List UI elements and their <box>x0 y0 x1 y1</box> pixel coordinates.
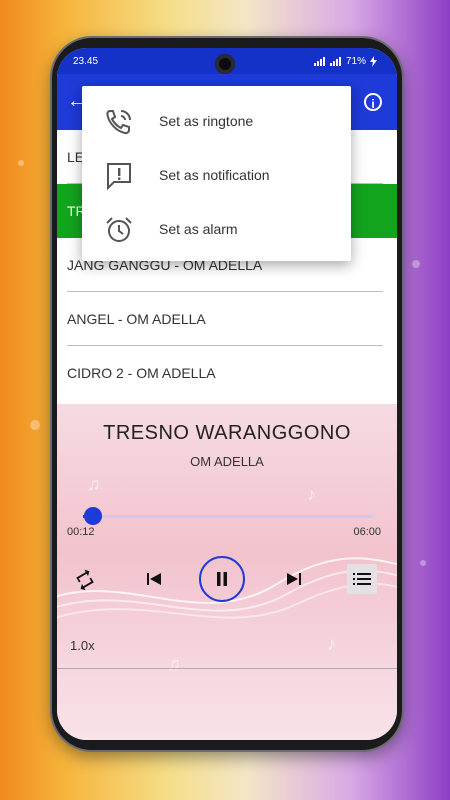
seek-bar-thumb[interactable] <box>83 507 102 525</box>
info-icon[interactable]: i <box>364 93 382 111</box>
battery-percent: 71% <box>345 56 366 67</box>
song-label: ANGEL - OM ADELLA <box>67 311 206 327</box>
list-item[interactable]: CIDRO 2 - OM ADELLA <box>57 346 397 400</box>
status-icons: 71% <box>313 56 377 67</box>
status-bar: 23.45 71% <box>57 48 397 74</box>
previous-icon[interactable] <box>143 571 165 593</box>
menu-item-set-alarm[interactable]: Set as alarm <box>82 202 351 256</box>
now-playing-artist: OM ADELLA <box>190 454 264 469</box>
seek-bar[interactable] <box>83 515 373 518</box>
signal-icon <box>329 57 341 66</box>
player-panel: ♫ ♪ ♫ ♪ TRESNO WARANGGONO OM ADELLA 00:1… <box>57 404 397 740</box>
pause-icon <box>217 572 227 586</box>
playback-speed[interactable]: 1.0x <box>70 638 95 653</box>
song-label: CIDRO 2 - OM ADELLA <box>67 365 216 381</box>
menu-item-set-ringtone[interactable]: Set as ringtone <box>82 94 351 148</box>
alarm-icon <box>106 217 132 242</box>
notification-icon <box>107 163 131 191</box>
sparkle <box>412 260 420 268</box>
music-note-decoration: ♫ <box>87 474 101 494</box>
music-note-decoration: ♫ <box>167 654 181 674</box>
sparkle <box>420 560 426 566</box>
menu-item-label: Set as ringtone <box>159 113 254 129</box>
music-note-decoration: ♪ <box>327 634 336 654</box>
sparkle <box>18 160 24 166</box>
status-time: 23.45 <box>73 56 99 67</box>
pause-button[interactable] <box>199 556 245 602</box>
list-icon <box>353 573 371 585</box>
battery-charging-icon <box>370 56 377 67</box>
list-item[interactable]: ANGEL - OM ADELLA <box>57 292 397 346</box>
menu-item-label: Set as alarm <box>159 221 238 237</box>
divider <box>57 668 397 669</box>
context-menu: Set as ringtone Set as notification Set … <box>82 86 351 261</box>
menu-item-label: Set as notification <box>159 167 270 183</box>
ringtone-icon <box>106 110 131 135</box>
now-playing-title: TRESNO WARANGGONO <box>103 422 351 444</box>
current-time: 00:12 <box>67 526 95 538</box>
signal-icon <box>313 57 325 66</box>
menu-item-set-notification[interactable]: Set as notification <box>82 148 351 202</box>
music-note-decoration: ♪ <box>307 484 316 504</box>
sparkle <box>30 420 40 430</box>
total-time: 06:00 <box>353 526 381 538</box>
playlist-button[interactable] <box>347 564 377 594</box>
next-icon[interactable] <box>283 571 305 593</box>
front-camera <box>215 54 235 74</box>
repeat-icon[interactable] <box>73 569 97 593</box>
